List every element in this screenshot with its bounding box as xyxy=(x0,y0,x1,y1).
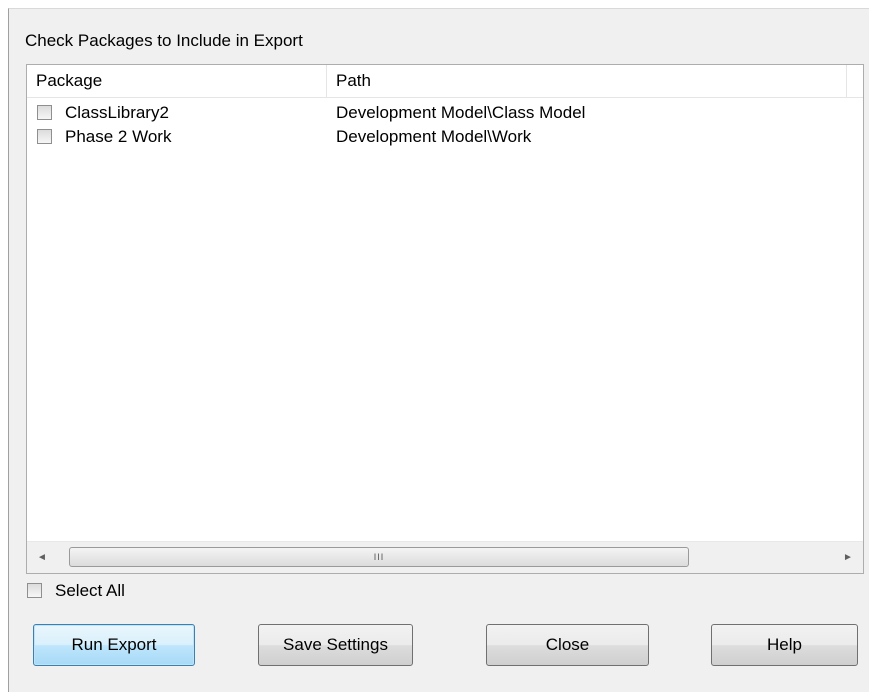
package-name: ClassLibrary2 xyxy=(65,103,169,122)
save-settings-button[interactable]: Save Settings xyxy=(258,624,413,666)
select-all-label[interactable]: Select All xyxy=(55,579,125,603)
package-checkbox[interactable] xyxy=(37,129,52,144)
close-button[interactable]: Close xyxy=(486,624,649,666)
package-path: Development Model\Class Model xyxy=(336,103,586,122)
run-export-button[interactable]: Run Export xyxy=(33,624,195,666)
packages-list[interactable]: Package Path ClassLibrary2 Development M… xyxy=(26,64,864,574)
scrollbar-thumb[interactable]: III xyxy=(69,547,689,567)
list-body: ClassLibrary2 Development Model\Class Mo… xyxy=(27,98,863,542)
select-all-checkbox[interactable] xyxy=(27,583,42,598)
column-header-path[interactable]: Path xyxy=(327,65,847,97)
scroll-left-icon[interactable]: ◄ xyxy=(27,542,57,573)
list-item[interactable]: ClassLibrary2 Development Model\Class Mo… xyxy=(27,101,863,125)
package-path: Development Model\Work xyxy=(336,127,532,146)
list-item[interactable]: Phase 2 Work Development Model\Work xyxy=(27,125,863,149)
package-name: Phase 2 Work xyxy=(65,127,172,146)
packages-group-label: Check Packages to Include in Export xyxy=(25,31,303,50)
help-button[interactable]: Help xyxy=(711,624,858,666)
scroll-right-icon[interactable]: ► xyxy=(833,542,863,573)
column-header-package[interactable]: Package xyxy=(27,65,327,97)
horizontal-scrollbar[interactable]: ◄ III ► xyxy=(27,541,863,573)
package-checkbox[interactable] xyxy=(37,105,52,120)
list-header: Package Path xyxy=(27,65,863,98)
